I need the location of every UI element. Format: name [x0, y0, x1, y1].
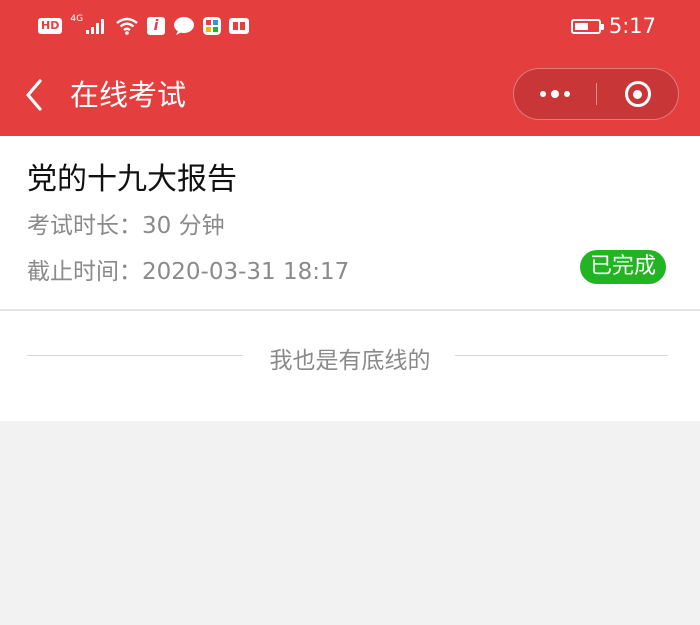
- chat-bubble-icon: [174, 17, 195, 35]
- page-title: 在线考试: [70, 78, 187, 112]
- more-button[interactable]: [514, 69, 596, 119]
- footer-line-right: [455, 355, 668, 356]
- signal-icon: [86, 19, 105, 34]
- exam-title: 党的十九大报告: [27, 162, 237, 197]
- more-dot: [551, 90, 559, 98]
- back-arrow-icon[interactable]: [20, 76, 50, 114]
- status-bar-left: HD 4G i: [38, 12, 250, 40]
- hd-icon: HD: [38, 18, 63, 34]
- exam-card[interactable]: 党的十九大报告 考试时长：30 分钟 截止时间：2020-03-31 18:17…: [0, 136, 700, 310]
- info-app-icon: i: [147, 17, 166, 35]
- more-dot: [540, 91, 546, 97]
- book-icon: [229, 18, 250, 34]
- wifi-icon: [116, 17, 138, 35]
- battery-icon: [570, 18, 604, 34]
- status-bar-right: 5:17: [570, 12, 656, 40]
- end-of-list-text: 我也是有底线的: [269, 348, 431, 374]
- mini-program-capsule: [513, 68, 679, 120]
- list-end-footer: 我也是有底线的: [0, 311, 700, 421]
- more-dot: [564, 91, 570, 97]
- exam-duration: 考试时长：30 分钟: [27, 213, 225, 239]
- close-button[interactable]: [597, 69, 678, 119]
- network-type: 4G: [70, 14, 84, 24]
- exam-deadline: 截止时间：2020-03-31 18:17: [27, 259, 350, 285]
- target-close-icon: [624, 81, 651, 107]
- battery-fill: [574, 22, 589, 30]
- header: HD 4G i 5:17 在线考试: [0, 0, 700, 136]
- app-grid-icon: [203, 17, 222, 35]
- status-time: 5:17: [608, 14, 656, 38]
- status-badge: 已完成: [579, 250, 666, 284]
